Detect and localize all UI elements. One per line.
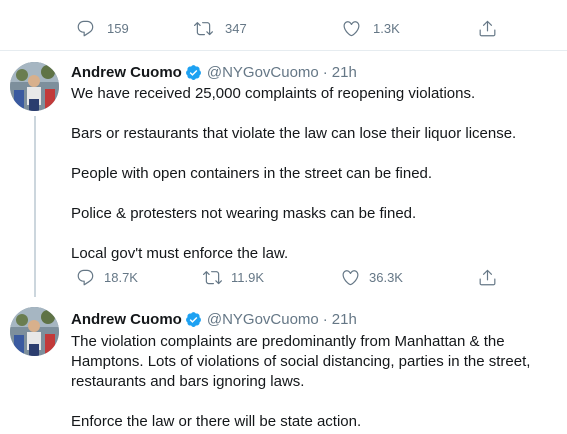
avatar-photo	[10, 307, 59, 356]
reply-button[interactable]: 18.7K	[76, 268, 138, 287]
tweet-paragraph: Bars or restaurants that violate the law…	[71, 125, 517, 142]
like-button[interactable]: 1.3K	[342, 19, 400, 38]
handle[interactable]: @NYGovCuomo	[207, 64, 319, 81]
tweet-paragraph: Local gov't must enforce the law.	[71, 245, 289, 262]
timestamp[interactable]: 21h	[332, 311, 357, 328]
tweet-paragraph: Enforce the law or there will be state a…	[71, 413, 362, 430]
like-count: 36.3K	[369, 270, 403, 285]
separator: ·	[322, 310, 328, 328]
handle[interactable]: @NYGovCuomo	[207, 311, 319, 328]
like-icon	[342, 270, 359, 286]
tweet-header: Andrew Cuomo @NYGovCuomo · 21h	[71, 61, 357, 83]
retweet-button[interactable]: 11.9K	[203, 268, 264, 287]
retweet-button[interactable]: 347	[194, 19, 247, 38]
tweet[interactable]: Andrew Cuomo @NYGovCuomo · 21h The viola…	[0, 299, 567, 434]
tweet-text: The violation complaints are predominant…	[71, 332, 551, 432]
tweet[interactable]: Andrew Cuomo @NYGovCuomo · 21h We have r…	[0, 50, 567, 297]
share-icon	[479, 20, 496, 37]
share-icon	[479, 269, 496, 286]
retweet-count: 347	[225, 21, 247, 36]
tweet-actions: 18.7K 11.9K 36.3K	[71, 268, 531, 288]
avatar[interactable]	[10, 307, 59, 356]
like-button[interactable]: 36.3K	[341, 268, 403, 287]
tweet-text: We have received 25,000 complaints of re…	[71, 84, 551, 264]
avatar-photo	[10, 62, 59, 111]
reply-button[interactable]: 159	[76, 19, 129, 38]
tweet-paragraph: We have received 25,000 complaints of re…	[71, 85, 476, 102]
share-button[interactable]	[478, 268, 497, 287]
like-icon	[343, 21, 360, 37]
avatar[interactable]	[10, 62, 59, 111]
like-count: 1.3K	[373, 21, 400, 36]
retweet-icon	[194, 22, 213, 36]
separator: ·	[322, 63, 328, 81]
timestamp[interactable]: 21h	[332, 64, 357, 81]
share-button[interactable]	[478, 19, 497, 38]
previous-tweet-actions: 159 347 1.3K	[0, 0, 567, 51]
tweet-paragraph: Police & protesters not wearing masks ca…	[71, 205, 417, 222]
verified-badge-icon	[185, 311, 201, 327]
reply-count: 18.7K	[104, 270, 138, 285]
thread-connector	[34, 116, 36, 297]
tweet-header: Andrew Cuomo @NYGovCuomo · 21h	[71, 308, 357, 330]
reply-icon	[77, 269, 94, 286]
retweet-icon	[203, 271, 222, 285]
tweet-paragraph: The violation complaints are predominant…	[71, 333, 531, 390]
verified-badge-icon	[185, 64, 201, 80]
tweet-paragraph: People with open containers in the stree…	[71, 165, 433, 182]
retweet-count: 11.9K	[231, 270, 265, 285]
display-name[interactable]: Andrew Cuomo	[71, 64, 182, 81]
reply-icon	[77, 20, 94, 37]
display-name[interactable]: Andrew Cuomo	[71, 311, 182, 328]
reply-count: 159	[107, 21, 129, 36]
